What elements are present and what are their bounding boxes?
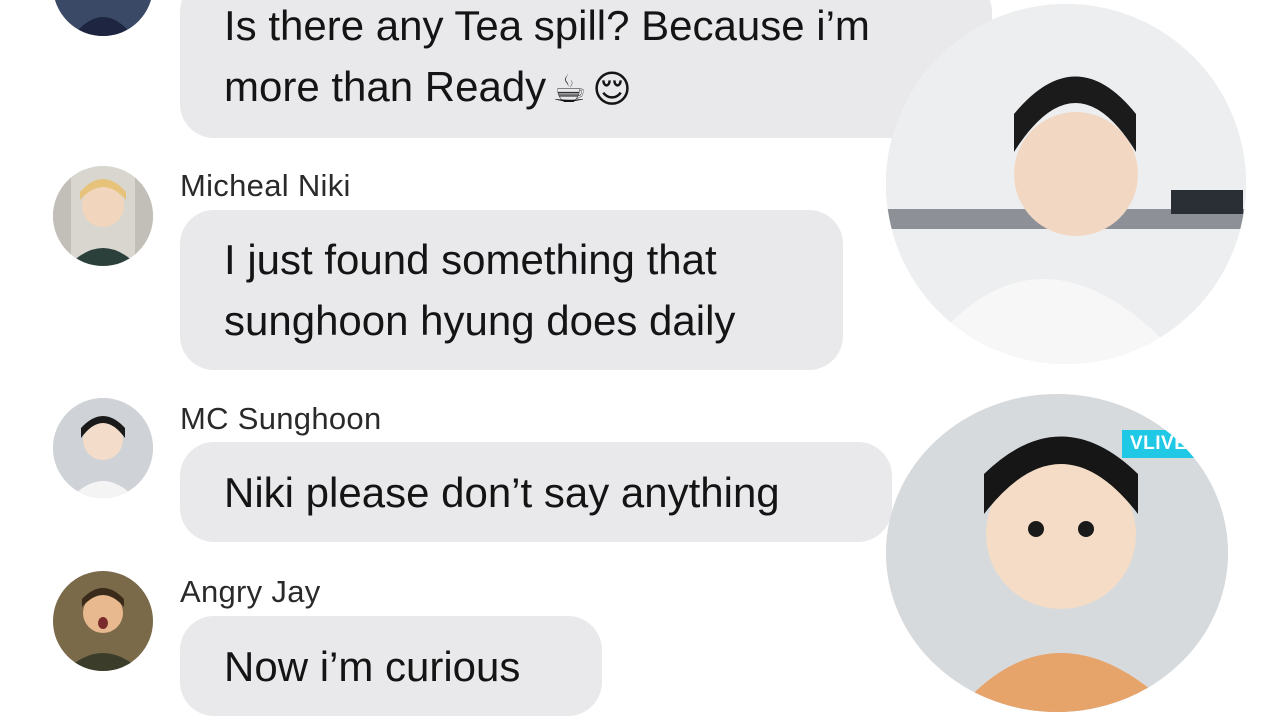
message-bubble: Now i’m curious: [180, 616, 602, 716]
sender-name: MC Sunghoon: [180, 401, 382, 436]
relieved-face-icon: 😌: [592, 68, 632, 111]
coffee-icon: ☕: [552, 68, 587, 111]
avatar[interactable]: [53, 166, 153, 266]
message-bubble: Is there any Tea spill? Because i’m more…: [180, 0, 992, 138]
overlay-photo-top: [886, 4, 1246, 364]
avatar[interactable]: [53, 571, 153, 671]
sender-name: Micheal Niki: [180, 168, 351, 203]
message-text: Is there any Tea spill? Because i’m: [224, 2, 870, 50]
avatar[interactable]: [53, 0, 153, 36]
chat-screenshot: Is there any Tea spill? Because i’m more…: [0, 0, 1280, 720]
message-text: Now i’m curious: [224, 642, 521, 690]
message-bubble: I just found something that sunghoon hyu…: [180, 210, 843, 370]
vlive-watermark: VLIVE: [1122, 430, 1196, 458]
avatar[interactable]: [53, 398, 153, 498]
message-bubble: Niki please don’t say anything: [180, 442, 892, 542]
message-text: more than Ready: [224, 63, 547, 111]
sender-name: Angry Jay: [180, 574, 321, 609]
message-text: sunghoon hyung does daily: [224, 297, 736, 344]
message-text: Niki please don’t say anything: [224, 468, 780, 516]
message-text: I just found something that: [224, 236, 717, 283]
overlay-photo-bottom: VLIVE: [886, 394, 1228, 712]
